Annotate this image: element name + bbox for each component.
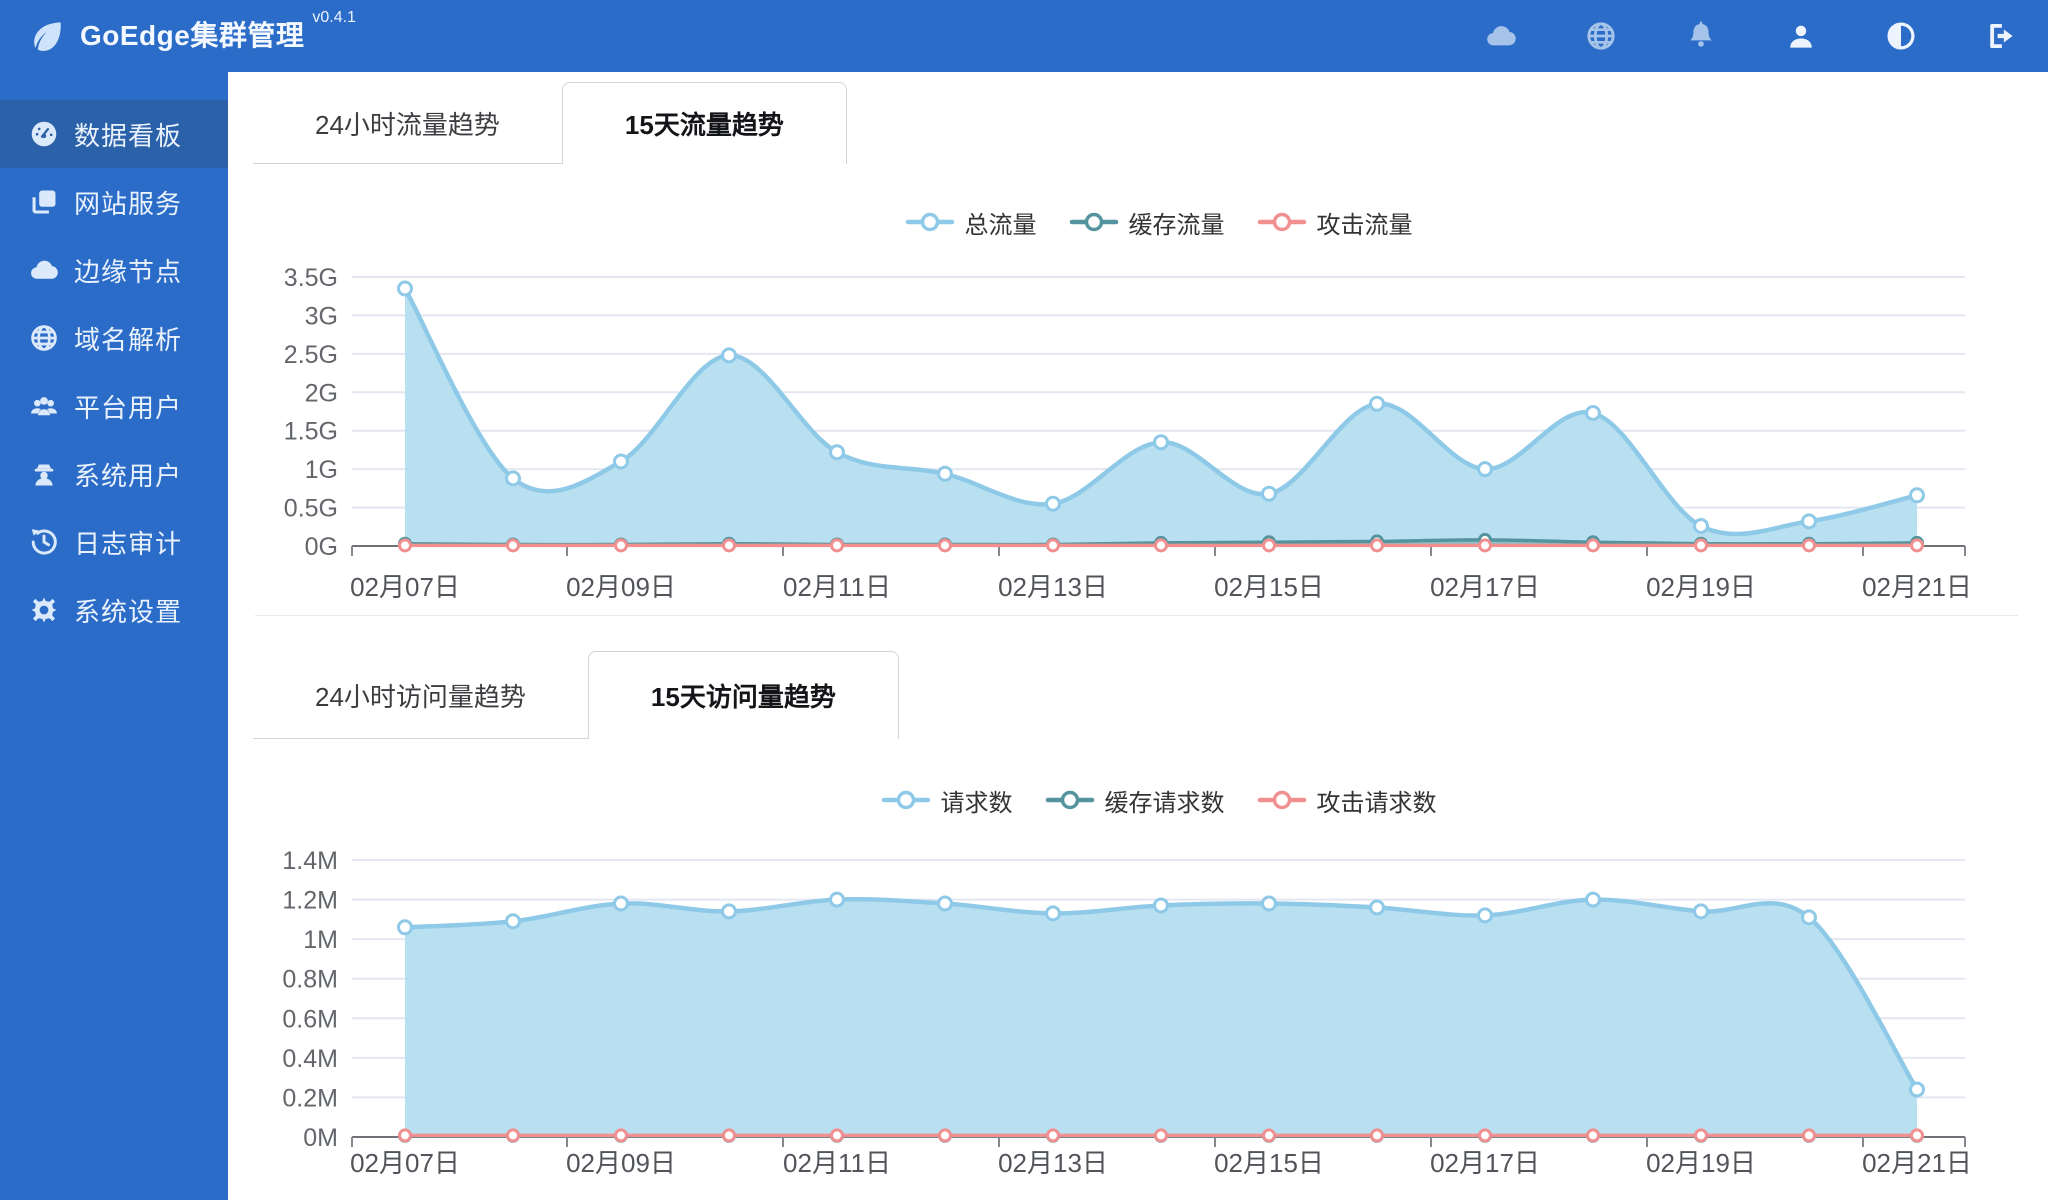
- legend-label: 攻击请求数: [1316, 789, 1437, 817]
- svg-text:02月19日: 02月19日: [1646, 572, 1756, 602]
- svg-text:02月09日: 02月09日: [566, 572, 676, 602]
- sidebar-item-dashboard[interactable]: 数据看板: [0, 100, 228, 168]
- globe-icon[interactable]: [1584, 19, 1618, 53]
- svg-text:1G: 1G: [305, 456, 338, 484]
- app-version: v0.4.1: [312, 9, 356, 26]
- svg-text:02月09日: 02月09日: [566, 1148, 676, 1178]
- x-axis-labels: 02月07日 02月09日 02月11日 02月13日 02月15日 02月17日 02月1…: [350, 572, 1972, 602]
- sidebar-item-label: 网站服务: [74, 188, 183, 219]
- legend-label: 请求数: [940, 789, 1013, 817]
- user-icon[interactable]: [1784, 19, 1818, 53]
- svg-text:02月15日: 02月15日: [1214, 572, 1324, 602]
- svg-text:02月11日: 02月11日: [783, 1148, 891, 1178]
- svg-text:02月11日: 02月11日: [783, 572, 891, 602]
- svg-text:02月15日: 02月15日: [1214, 1148, 1324, 1178]
- requests-chart-legend: 请求数 缓存请求数 攻击请求数: [352, 780, 1965, 820]
- svg-text:0.4M: 0.4M: [282, 1045, 338, 1073]
- x-axis-labels: 02月07日 02月09日 02月11日 02月13日 02月15日 02月17日 02月1…: [350, 1148, 1972, 1178]
- legend-item[interactable]: 缓存流量: [1069, 205, 1225, 240]
- svg-text:0G: 0G: [305, 533, 338, 561]
- legend-marker: [905, 212, 954, 232]
- tab-15d-requests[interactable]: 15天访问量趋势: [587, 651, 899, 739]
- svg-text:1.2M: 1.2M: [282, 887, 338, 915]
- legend-label: 攻击流量: [1316, 211, 1413, 239]
- svg-text:02月21日: 02月21日: [1862, 1148, 1972, 1178]
- sidebar-item-label: 数据看板: [74, 120, 183, 151]
- legend-marker: [1257, 790, 1306, 810]
- svg-text:3G: 3G: [305, 302, 338, 330]
- svg-text:3.5G: 3.5G: [284, 264, 338, 292]
- y-axis-labels: 0G 0.5G 1G 1.5G 2G 2.5G 3G 3.5G: [284, 264, 338, 561]
- svg-text:02月13日: 02月13日: [998, 1148, 1108, 1178]
- app-logo[interactable]: GoEdge集群管理 v0.4.1: [28, 9, 356, 57]
- traffic-trend-tabs: 24小时流量趋势 15天流量趋势: [253, 82, 847, 164]
- section-divider: [255, 615, 2018, 616]
- svg-text:02月19日: 02月19日: [1646, 1148, 1756, 1178]
- tab-24h-requests[interactable]: 24小时访问量趋势: [253, 651, 588, 739]
- svg-text:02月17日: 02月17日: [1430, 1148, 1540, 1178]
- svg-text:02月07日: 02月07日: [350, 1148, 460, 1178]
- svg-text:0.8M: 0.8M: [282, 966, 338, 994]
- tab-15d-traffic[interactable]: 15天流量趋势: [561, 82, 847, 164]
- logout-icon[interactable]: [1984, 19, 2018, 53]
- header-icons: [1418, 0, 2018, 72]
- leaf-icon: [34, 22, 61, 51]
- svg-text:0M: 0M: [303, 1124, 338, 1152]
- legend-label: 缓存请求数: [1104, 789, 1225, 817]
- svg-text:1.5G: 1.5G: [284, 418, 338, 446]
- dashboard-icon: [28, 118, 60, 150]
- svg-text:0.5G: 0.5G: [284, 495, 338, 523]
- app-title: GoEdge集群管理: [80, 20, 305, 51]
- legend-item[interactable]: 请求数: [881, 783, 1013, 818]
- legend-item[interactable]: 总流量: [905, 205, 1037, 240]
- bell-icon[interactable]: [1684, 19, 1718, 53]
- cloud-icon[interactable]: [1484, 19, 1518, 53]
- traffic-chart-legend: 总流量 缓存流量 攻击流量: [352, 202, 1965, 242]
- svg-text:2G: 2G: [305, 379, 338, 407]
- svg-text:0.6M: 0.6M: [282, 1005, 338, 1033]
- series-请求数: [402, 897, 1920, 1137]
- tab-24h-traffic[interactable]: 24小时流量趋势: [253, 82, 562, 164]
- legend-marker: [1257, 212, 1306, 232]
- svg-text:02月21日: 02月21日: [1862, 572, 1972, 602]
- traffic-chart[interactable]: 0G 0.5G 1G 1.5G 2G 2.5G 3G 3.5G 02月07日 02月09日 02月1…: [0, 240, 2048, 620]
- contrast-icon[interactable]: [1884, 19, 1918, 53]
- requests-chart[interactable]: 0M 0.2M 0.4M 0.6M 0.8M 1M 1.2M 1.4M 02月07日 02月09日…: [0, 820, 2048, 1200]
- requests-trend-tabs: 24小时访问量趋势 15天访问量趋势: [253, 651, 899, 739]
- svg-text:1M: 1M: [303, 926, 338, 954]
- legend-marker: [1069, 212, 1118, 232]
- legend-item[interactable]: 攻击流量: [1257, 205, 1413, 240]
- legend-label: 总流量: [964, 211, 1037, 239]
- legend-marker: [1045, 790, 1094, 810]
- svg-text:02月13日: 02月13日: [998, 572, 1108, 602]
- legend-item[interactable]: 缓存请求数: [1045, 783, 1225, 818]
- y-axis-labels: 0M 0.2M 0.4M 0.6M 0.8M 1M 1.2M 1.4M: [282, 847, 338, 1152]
- page: GoEdge集群管理 v0.4.1 数据看板 网站服务 边缘节点 域名解析 平台…: [0, 0, 2048, 1200]
- legend-item[interactable]: 攻击请求数: [1257, 783, 1437, 818]
- svg-text:1.4M: 1.4M: [282, 847, 338, 875]
- svg-text:0.2M: 0.2M: [282, 1084, 338, 1112]
- svg-text:02月17日: 02月17日: [1430, 572, 1540, 602]
- svg-text:2.5G: 2.5G: [284, 341, 338, 369]
- legend-marker: [881, 790, 930, 810]
- sidebar-item-sites[interactable]: 网站服务: [0, 168, 228, 236]
- app-header: GoEdge集群管理 v0.4.1: [0, 0, 2048, 72]
- legend-label: 缓存流量: [1128, 211, 1225, 239]
- clone-icon: [28, 186, 60, 218]
- svg-text:02月07日: 02月07日: [350, 572, 460, 602]
